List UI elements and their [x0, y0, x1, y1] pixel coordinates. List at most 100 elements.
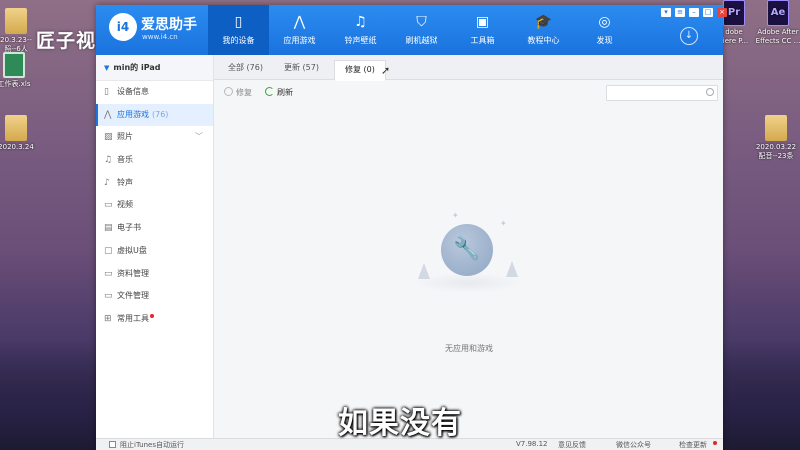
- chevron-down-icon[interactable]: ﹀: [195, 126, 203, 149]
- nav-item-label: 应用游戏: [283, 36, 316, 45]
- appstore-icon: ⋀: [104, 109, 112, 120]
- download-icon[interactable]: ↓: [680, 27, 698, 45]
- sidebar-item-3[interactable]: ♫ 音乐: [96, 149, 213, 172]
- sidebar-item-1[interactable]: ⋀ 应用游戏 (76): [96, 103, 213, 127]
- repair-icon: [224, 87, 233, 96]
- refresh-button[interactable]: 刷新: [265, 87, 293, 98]
- mouse-cursor-icon: ➚: [381, 64, 391, 77]
- empty-state-text: 无应用和游戏: [445, 344, 493, 353]
- tab-1[interactable]: 更新 (57): [274, 61, 329, 81]
- nav-item-label: 刷机越狱: [405, 36, 438, 45]
- music-icon: ♫: [104, 155, 113, 166]
- maximize-icon[interactable]: □: [703, 8, 713, 17]
- sidebar-item-7[interactable]: ▢ 虚拟U盘: [96, 240, 213, 263]
- nav-item-6[interactable]: ◎ 发现: [574, 5, 635, 55]
- after-effects-icon: Ae: [767, 0, 789, 26]
- desktop-icon-label: Adobe After Effects CC ...: [755, 28, 800, 45]
- compass-icon: ◎: [598, 14, 611, 30]
- sidebar-item-label: 照片: [117, 132, 133, 142]
- appstore-icon: ⋀: [293, 14, 306, 30]
- desktop-xls-icon[interactable]: 工作表.xls: [0, 52, 44, 89]
- tab-bar: 全部 (76) 更新 (57) 修复 (0): [214, 55, 723, 81]
- folder-icon: [5, 8, 27, 34]
- sidebar-item-label: 虚拟U盘: [117, 245, 147, 255]
- sidebar-item-6[interactable]: ▤ 电子书: [96, 217, 213, 240]
- device-header[interactable]: ▼ min的 iPad: [96, 55, 213, 81]
- sidebar-item-label: 设备信息: [117, 87, 149, 96]
- sidebar: ▼ min的 iPad ▯ 设备信息 ⋀ 应用游戏 (76) ▨ 照片 ﹀ ♫ 音乐 ♪ 铃声 ▭ 视频 ▤ 电…: [96, 55, 214, 438]
- sidebar-item-0[interactable]: ▯ 设备信息: [96, 81, 213, 104]
- photo-icon: ▨: [104, 132, 113, 143]
- sidebar-item-5[interactable]: ▭ 视频: [96, 194, 213, 217]
- sidebar-item-10[interactable]: ⊞ 常用工具: [96, 308, 213, 331]
- nav-item-label: 铃声壁纸: [344, 36, 377, 45]
- nav-item-1[interactable]: ⋀ 应用游戏: [269, 5, 330, 55]
- music-wallpaper-icon: ♫: [354, 14, 367, 30]
- bell-icon: ♪: [104, 177, 110, 188]
- nav-item-label: 我的设备: [222, 36, 255, 45]
- sidebar-item-label: 资料管理: [117, 268, 149, 278]
- minimize-icon[interactable]: –: [689, 8, 699, 17]
- tab-0[interactable]: 全部 (76): [218, 61, 273, 81]
- sidebar-item-2[interactable]: ▨ 照片 ﹀: [96, 126, 213, 149]
- sidebar-item-label: 音乐: [117, 155, 133, 165]
- sidebar-item-count: (76): [152, 109, 169, 119]
- sidebar-item-9[interactable]: ▭ 文件管理: [96, 285, 213, 308]
- device-info-icon: ▯: [104, 87, 109, 97]
- sidebar-item-label: 文件管理: [117, 291, 149, 301]
- sidebar-item-8[interactable]: ▭ 资料管理: [96, 263, 213, 286]
- sidebar-list: ▯ 设备信息 ⋀ 应用游戏 (76) ▨ 照片 ﹀ ♫ 音乐 ♪ 铃声 ▭ 视频 ▤ 电子书 ▢ 虚拟U盘 ▭ 资料管…: [96, 81, 213, 331]
- close-icon[interactable]: ×: [717, 8, 727, 17]
- refresh-icon: [265, 87, 274, 96]
- i4-app-window: i4 爱思助手 www.i4.cn ▯ 我的设备 ⋀ 应用游戏 ♫ 铃声壁纸 ⛉ 刷机越狱 ▣ 工…: [96, 5, 727, 450]
- menu-icon[interactable]: ≡: [675, 8, 685, 17]
- sidebar-item-label: 常用工具: [117, 313, 149, 323]
- nav-item-5[interactable]: 🎓 教程中心: [513, 5, 574, 55]
- file-icon: ▭: [104, 291, 113, 302]
- i4-logo-icon: i4: [109, 13, 137, 41]
- repair-label: 修复: [236, 88, 252, 97]
- usb-drive-icon: ▢: [104, 245, 113, 256]
- desktop-folder-icon[interactable]: 2020.03.22 配音--23条: [746, 115, 800, 161]
- wrench-icon: 🔧: [453, 237, 481, 262]
- brand-url: www.i4.cn: [142, 33, 178, 41]
- toolbox-icon: ▣: [475, 14, 490, 30]
- folder-icon: [765, 115, 787, 141]
- nav-item-label: 教程中心: [527, 36, 560, 45]
- repair-button[interactable]: 修复: [224, 87, 252, 98]
- folder-icon: ▭: [104, 268, 113, 279]
- sidebar-item-label: 视频: [117, 200, 133, 210]
- brand-name: 爱思助手: [141, 17, 197, 33]
- tab-2[interactable]: 修复 (0): [334, 60, 386, 81]
- nav-item-3[interactable]: ⛉ 刷机越狱: [391, 5, 452, 55]
- tools-grid-icon: ⊞: [104, 313, 112, 324]
- desktop-folder-icon[interactable]: 20.3.23-- 照--6人: [0, 8, 46, 54]
- nav-item-label: 工具箱: [470, 36, 495, 45]
- desktop-folder-icon[interactable]: 2020.3.24: [0, 115, 46, 152]
- spreadsheet-icon: [3, 52, 25, 78]
- graduation-cap-icon: 🎓: [534, 14, 553, 30]
- itunes-autorun-checkbox[interactable]: [109, 441, 116, 448]
- empty-state-illustration: ✦ ✦ 🔧: [404, 205, 534, 315]
- search-input[interactable]: [606, 85, 718, 101]
- folder-icon: [5, 115, 27, 141]
- skin-icon[interactable]: ▾: [661, 8, 671, 17]
- notification-dot: [150, 313, 154, 318]
- ebook-icon: ▤: [104, 223, 113, 234]
- sidebar-item-label: 铃声: [117, 177, 133, 187]
- device-name: min的 iPad: [113, 63, 161, 72]
- window-controls: ▾ ≡ – □ ×: [661, 8, 727, 17]
- nav-item-2[interactable]: ♫ 铃声壁纸: [330, 5, 391, 55]
- video-icon: ▭: [104, 200, 113, 211]
- nav-item-4[interactable]: ▣ 工具箱: [452, 5, 513, 55]
- main-content: 全部 (76) 更新 (57) 修复 (0) 修复 刷新 ✦ ✦ 🔧 无应用和游戏: [214, 55, 723, 438]
- sidebar-item-4[interactable]: ♪ 铃声: [96, 172, 213, 195]
- nav-item-0[interactable]: ▯ 我的设备: [208, 5, 269, 55]
- desktop-app-icon[interactable]: Ae Adobe After Effects CC ...: [748, 0, 800, 46]
- sparkle-icon: ✦: [500, 219, 507, 228]
- desktop-icon-label: 2020.3.24: [0, 143, 34, 151]
- desktop-icon-label: 2020.03.22 配音--23条: [755, 143, 797, 160]
- shield-icon: ⛉: [416, 14, 427, 30]
- search-icon[interactable]: [706, 88, 714, 96]
- nav-item-label: 发现: [596, 36, 613, 45]
